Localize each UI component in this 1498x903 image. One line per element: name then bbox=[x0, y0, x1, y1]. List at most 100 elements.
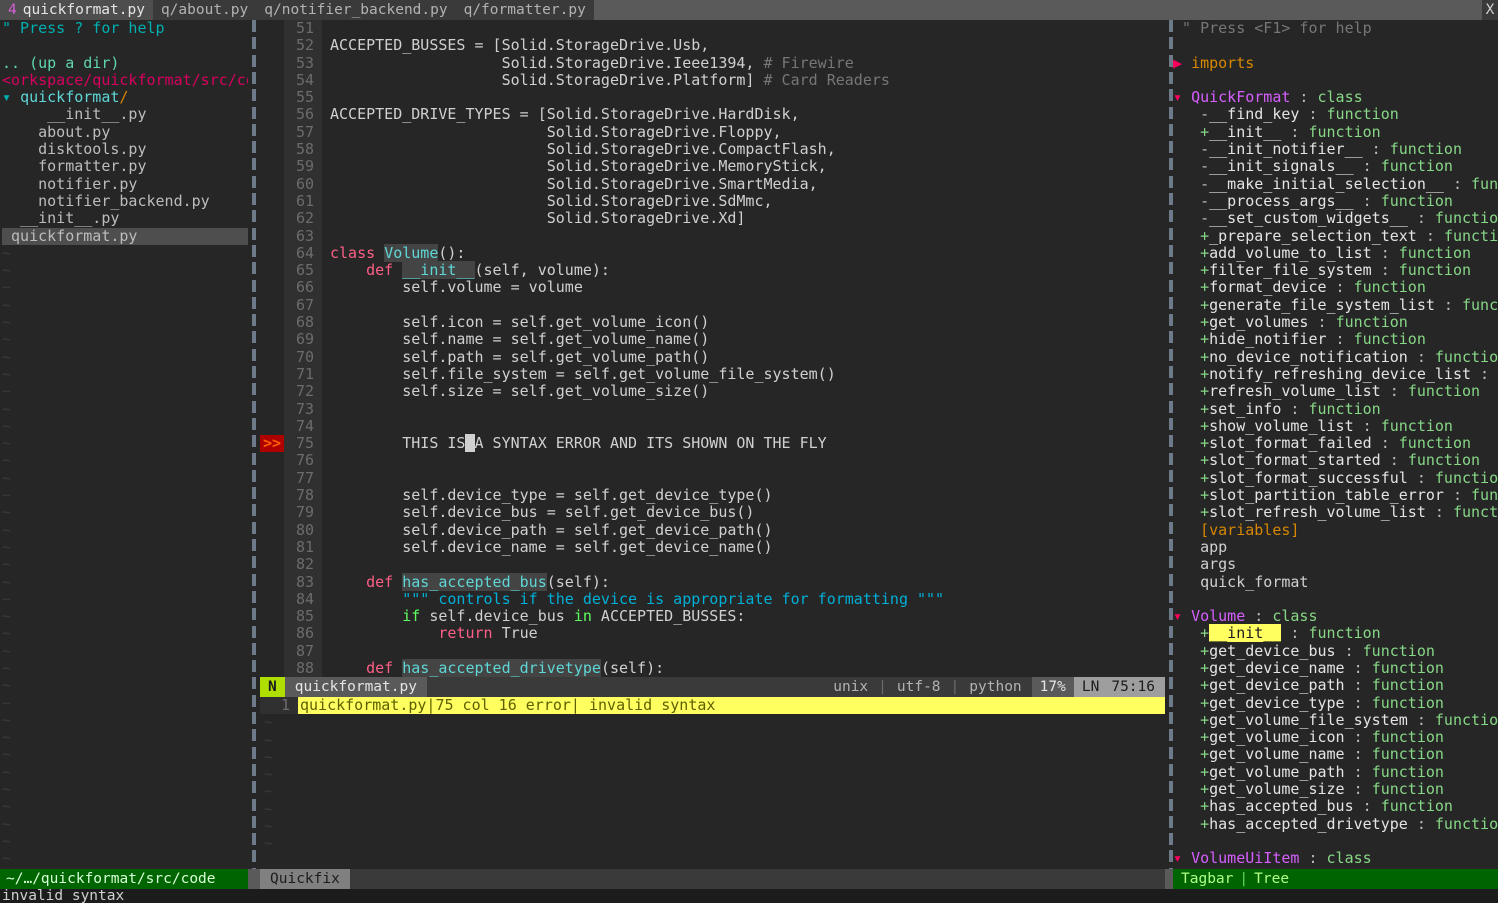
code-token: def bbox=[366, 261, 403, 280]
nerdtree-file-3[interactable]: formatter.py bbox=[2, 158, 248, 175]
tagbar-item-41[interactable]: +get_volume_path : function bbox=[1173, 763, 1498, 781]
tagbar-item-6[interactable]: -__init_signals__ : function bbox=[1173, 158, 1498, 175]
tagbar-symbol-type: function bbox=[1443, 226, 1498, 245]
tagbar-item-30[interactable]: quick_format bbox=[1173, 573, 1498, 591]
tagbar-statusline-tagbar[interactable]: Tagbar bbox=[1181, 871, 1233, 887]
nerdtree-vertical-separator[interactable] bbox=[248, 20, 260, 869]
line-number: 73 bbox=[284, 400, 322, 418]
tagbar-separator: : bbox=[1290, 88, 1318, 107]
tagbar-indent bbox=[1173, 624, 1200, 642]
nerdtree-file-0[interactable]: __init__.py bbox=[2, 106, 248, 123]
tagbar-item-19[interactable]: +refresh_volume_list : function bbox=[1173, 383, 1498, 400]
tagbar-vertical-separator[interactable] bbox=[1165, 20, 1173, 869]
tagbar-item-10[interactable]: +_prepare_selection_text : function bbox=[1173, 226, 1498, 245]
code-token: ACCEPTED_BUSSES: bbox=[591, 607, 746, 626]
tagbar-item-0[interactable]: ▶ imports bbox=[1173, 54, 1498, 72]
tagbar-item-40[interactable]: +get_volume_name : function bbox=[1173, 746, 1498, 763]
nerdtree-rootfile-0[interactable]: __init__.py bbox=[2, 210, 248, 227]
nerdtree-file-4[interactable]: notifier.py bbox=[2, 175, 248, 193]
tagbar-item-22[interactable]: +slot_format_failed : function bbox=[1173, 434, 1498, 452]
line-number: 78 bbox=[284, 486, 322, 505]
tagbar-item-14[interactable]: +generate_file_system_list : function bbox=[1173, 296, 1498, 314]
tagbar-item-46[interactable]: ▾ VolumeUiItem : class bbox=[1173, 850, 1498, 867]
sign-column bbox=[260, 314, 284, 332]
tagbar-item-2[interactable]: ▾ QuickFormat : class bbox=[1173, 89, 1498, 106]
close-icon[interactable]: X bbox=[1482, 0, 1498, 20]
tagbar-item-13[interactable]: +format_device : function bbox=[1173, 279, 1498, 296]
tagbar-symbol-outline[interactable]: " Press <F1> for help ▶ imports ▾ QuickF… bbox=[1173, 20, 1498, 869]
tagbar-item-37[interactable]: +get_device_type : function bbox=[1173, 694, 1498, 712]
nerdtree-dir-quickformat[interactable]: ▾ quickformat/ bbox=[2, 89, 248, 106]
tagbar-item-36[interactable]: +get_device_path : function bbox=[1173, 677, 1498, 694]
tab-1[interactable]: q/about.py bbox=[152, 0, 257, 20]
tagbar-indent bbox=[1173, 659, 1200, 677]
statusline-gap bbox=[426, 677, 824, 697]
tagbar-item-17[interactable]: +no_device_notification : function bbox=[1173, 348, 1498, 366]
tagbar-item-3[interactable]: -__find_key : function bbox=[1173, 106, 1498, 123]
tagbar-item-27[interactable]: [variables] bbox=[1173, 521, 1498, 539]
tilde-marker: ~ bbox=[2, 261, 12, 280]
tagbar-item-21[interactable]: +show_volume_list : function bbox=[1173, 417, 1498, 435]
tagbar-item-34[interactable]: +get_device_bus : function bbox=[1173, 642, 1498, 660]
tagbar-item-28[interactable]: app bbox=[1173, 538, 1498, 556]
tab-2[interactable]: q/notifier_backend.py bbox=[256, 0, 456, 20]
tagbar-item-35[interactable]: +get_device_name : function bbox=[1173, 659, 1498, 677]
code-line: 53 Solid.StorageDrive.Ieee1394, # Firewi… bbox=[260, 54, 1165, 72]
tagbar-separator: : bbox=[1344, 728, 1372, 747]
tagbar-item-16[interactable]: +hide_notifier : function bbox=[1173, 331, 1498, 348]
tilde-marker: ~ bbox=[2, 693, 12, 712]
tagbar-symbol-type: function bbox=[1407, 451, 1481, 470]
tagbar-item-18[interactable]: +notify_refreshing_device_list : func bbox=[1173, 364, 1498, 383]
code-token: THIS IS bbox=[330, 434, 466, 453]
code-token: # Card Readers bbox=[754, 70, 890, 89]
tagbar-item-32[interactable]: ▾ Volume : class bbox=[1173, 607, 1498, 625]
tagbar-symbol-type: class bbox=[1326, 849, 1372, 868]
nerdtree-file-5[interactable]: notifier_backend.py bbox=[2, 192, 248, 210]
tagbar-item-8[interactable]: -__process_args__ : function bbox=[1173, 192, 1498, 210]
tilde-marker: ~ bbox=[2, 503, 12, 522]
tagbar-item-20[interactable]: +set_info : function bbox=[1173, 400, 1498, 418]
tagbar-item-5[interactable]: -__init_notifier__ : function bbox=[1173, 140, 1498, 158]
code-line: 78 self.device_type = self.get_device_ty… bbox=[260, 486, 1165, 505]
tab-3[interactable]: q/formatter.py bbox=[455, 0, 594, 20]
tagbar-item-9[interactable]: -__set_custom_widgets__ : function bbox=[1173, 210, 1498, 227]
code-editor-buffer[interactable]: 51 52 ACCEPTED_BUSSES = [Solid.StorageDri… bbox=[260, 20, 1165, 677]
tagbar-item-15[interactable]: +get_volumes : function bbox=[1173, 313, 1498, 331]
nerdtree-spacer bbox=[2, 37, 248, 54]
vim-command-line[interactable]: invalid syntax bbox=[0, 889, 1498, 903]
tab-0[interactable]: 4 quickformat.py bbox=[0, 0, 153, 20]
tagbar-item-7[interactable]: -__make_initial_selection__ : functio bbox=[1173, 175, 1498, 193]
sign-column bbox=[260, 642, 284, 660]
tagbar-item-23[interactable]: +slot_format_started : function bbox=[1173, 452, 1498, 469]
code-line: 66 self.volume = volume bbox=[260, 279, 1165, 297]
tagbar-item-25[interactable]: +slot_partition_table_error : functio bbox=[1173, 486, 1498, 504]
tagbar-item-24[interactable]: +slot_format_successful : function bbox=[1173, 469, 1498, 487]
quickfix-list[interactable]: 1 quickformat.py|75 col 16 error| invalid… bbox=[260, 697, 1165, 869]
nerdtree-file-2[interactable]: disktools.py bbox=[2, 140, 248, 158]
nerdtree-empty-line: ~ bbox=[2, 313, 248, 331]
tagbar-item-11[interactable]: +add_volume_to_list : function bbox=[1173, 244, 1498, 262]
tagbar-item-43[interactable]: +has_accepted_bus : function bbox=[1173, 798, 1498, 815]
tagbar-item-39[interactable]: +get_volume_icon : function bbox=[1173, 729, 1498, 746]
nerdtree-file-explorer[interactable]: " Press ? for help .. (up a dir) <orkspac… bbox=[0, 20, 248, 869]
tagbar-statusline-tree[interactable]: Tree bbox=[1254, 871, 1289, 887]
tagbar-item-26[interactable]: +slot_refresh_volume_list : function bbox=[1173, 504, 1498, 521]
code-line: 86 return True bbox=[260, 625, 1165, 643]
nerdtree-file-selected[interactable]: quickformat.py bbox=[2, 227, 248, 245]
tagbar-item-38[interactable]: +get_volume_file_system : function bbox=[1173, 711, 1498, 729]
quickfix-empty-line: ~ bbox=[260, 713, 1165, 731]
tagbar-item-4[interactable]: +__init__ : function bbox=[1173, 123, 1498, 141]
quickfix-entry[interactable]: 1 quickformat.py|75 col 16 error| invalid… bbox=[260, 697, 1165, 715]
nerdtree-file-1[interactable]: about.py bbox=[2, 123, 248, 141]
visibility-public-icon: + bbox=[1200, 261, 1210, 280]
nerdtree-up-a-dir[interactable]: .. (up a dir) bbox=[2, 54, 248, 72]
tagbar-item-29[interactable]: args bbox=[1173, 556, 1498, 573]
tagbar-item-12[interactable]: +filter_file_system : function bbox=[1173, 262, 1498, 279]
tilde-marker: ~ bbox=[264, 730, 274, 749]
tagbar-item-44[interactable]: +has_accepted_drivetype : function bbox=[1173, 815, 1498, 833]
tagbar-separator: : bbox=[1471, 364, 1498, 383]
tagbar-item-33[interactable]: +__init__ : function bbox=[1173, 624, 1498, 643]
tilde-marker: ~ bbox=[264, 799, 274, 818]
tagbar-item-42[interactable]: +get_volume_size : function bbox=[1173, 780, 1498, 798]
